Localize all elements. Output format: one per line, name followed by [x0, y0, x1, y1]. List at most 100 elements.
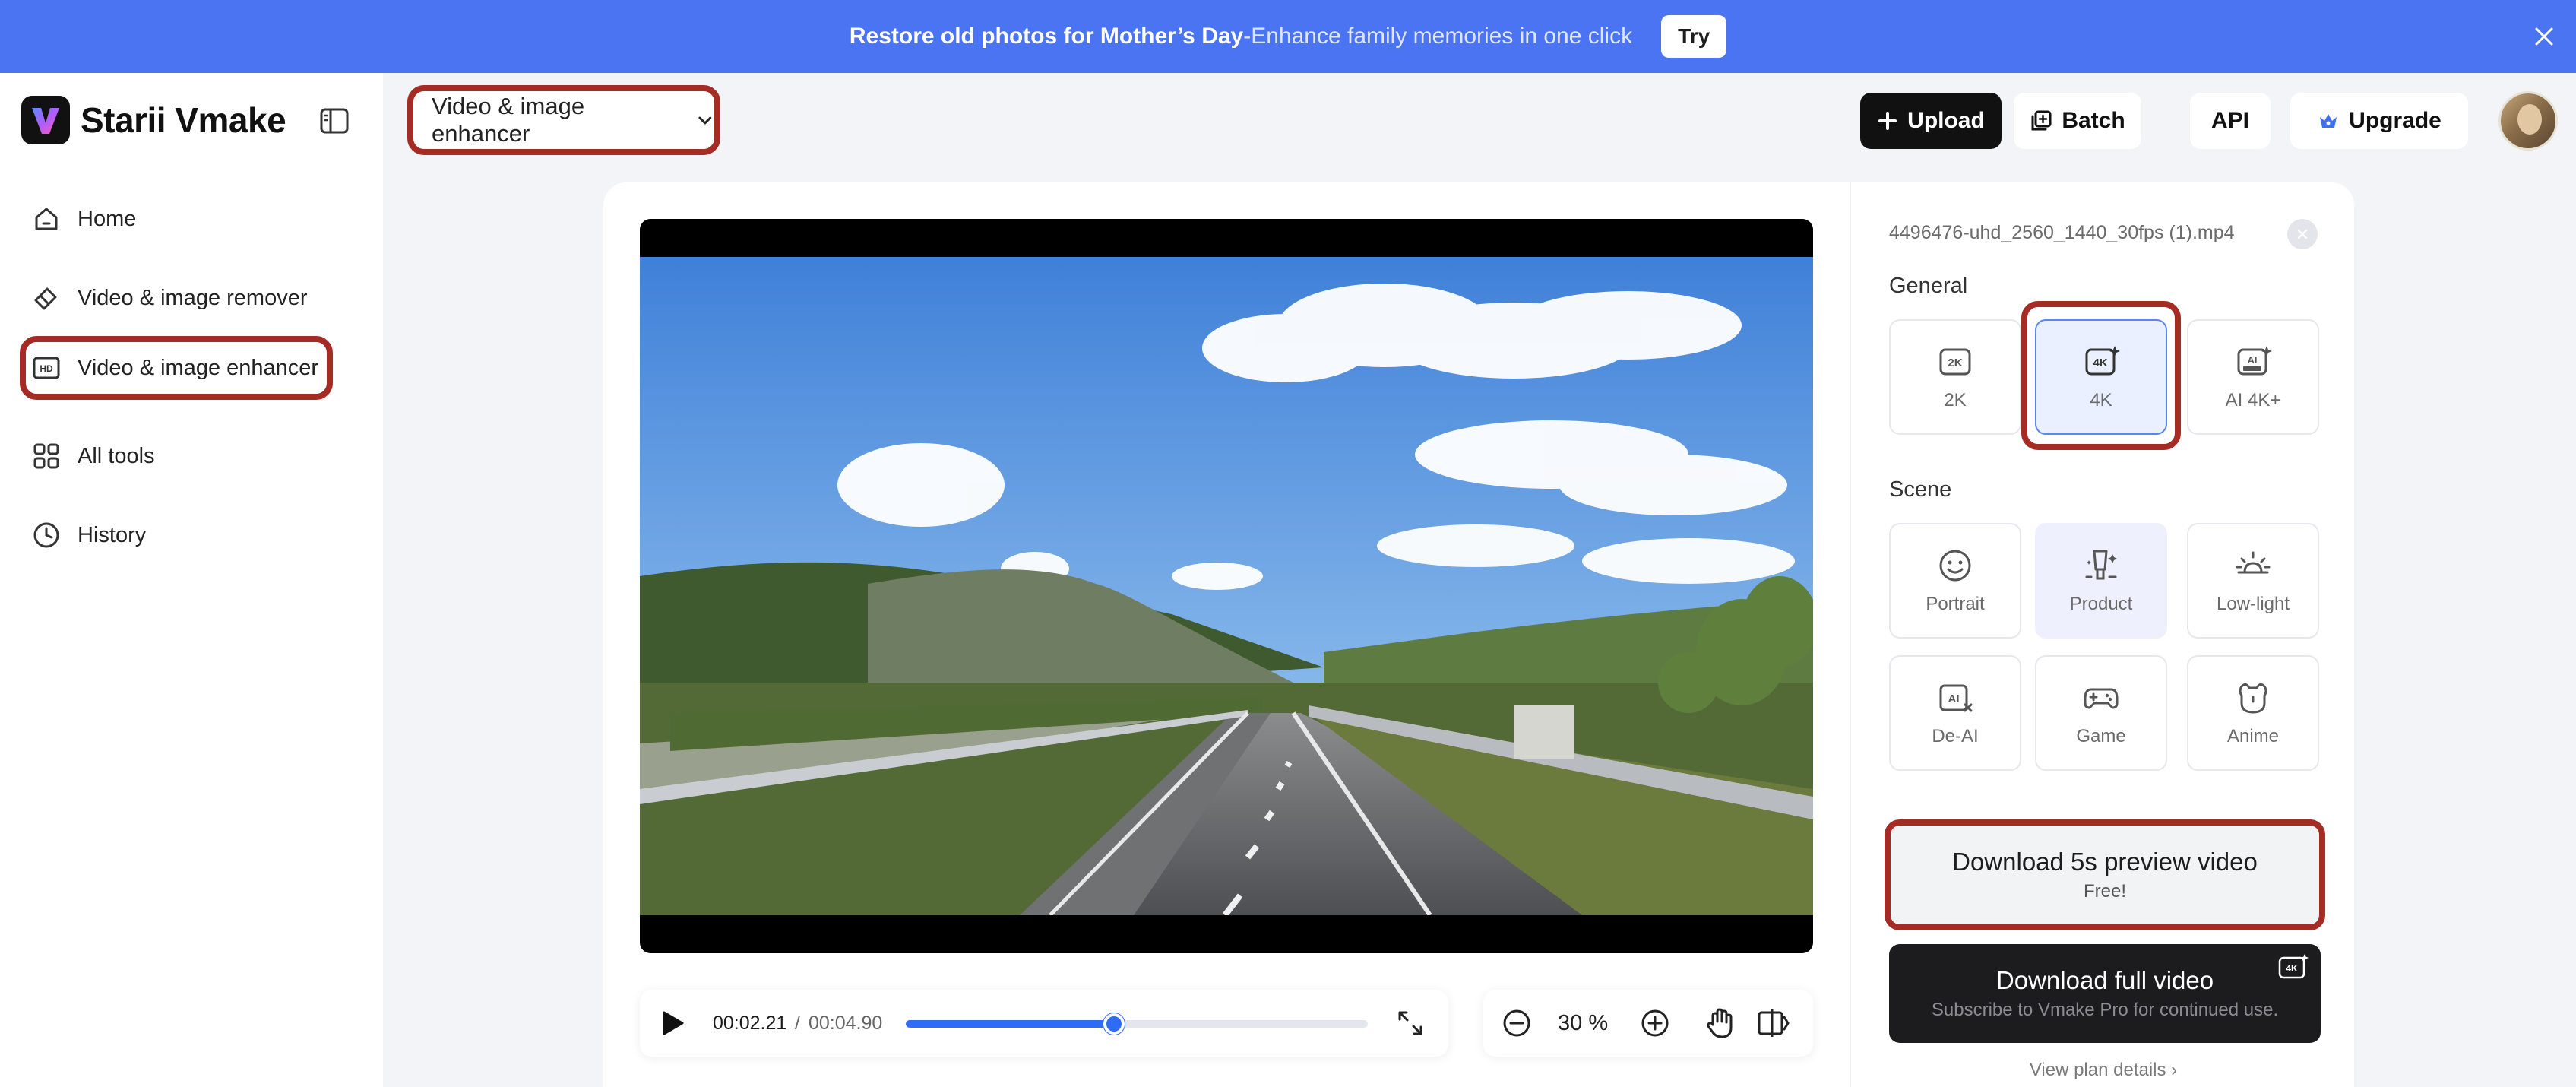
- sidebar-item-history[interactable]: History: [20, 503, 333, 567]
- current-time: 00:02.21: [713, 1013, 787, 1034]
- product-icon: [2085, 550, 2117, 580]
- hand-pan-icon[interactable]: [1704, 1006, 1737, 1040]
- total-time: 00:04.90: [809, 1013, 883, 1034]
- svg-text:4K: 4K: [2093, 357, 2107, 369]
- api-button[interactable]: API: [2190, 93, 2271, 149]
- promo-banner: Restore old photos for Mother’s Day -Enh…: [0, 0, 2576, 73]
- upgrade-button[interactable]: Upgrade: [2290, 93, 2468, 149]
- svg-text:4K: 4K: [2286, 963, 2298, 974]
- sidebar: Starii Vmake Home Video & image remover …: [0, 73, 383, 1087]
- smiley-icon: [1939, 550, 1971, 582]
- sunrise-icon: [2236, 551, 2271, 574]
- download-full-button[interactable]: Download full video Subscribe to Vmake P…: [1889, 944, 2321, 1043]
- scene-product[interactable]: Product: [2035, 523, 2167, 639]
- batch-label: Batch: [2062, 108, 2125, 133]
- anime-icon: [2239, 683, 2267, 714]
- progress-slider[interactable]: [906, 1013, 1368, 1035]
- banner-subline: -Enhance family memories in one click: [1243, 24, 1633, 49]
- video-preview[interactable]: [640, 219, 1813, 953]
- download-preview-button[interactable]: Download 5s preview video Free!: [1885, 819, 2325, 930]
- svg-text:AI: AI: [2248, 354, 2258, 366]
- close-icon: [2297, 229, 2308, 239]
- option-2k[interactable]: 2K 2K: [1889, 319, 2021, 435]
- brand-name: Starii Vmake: [81, 100, 286, 140]
- brand-logo[interactable]: Starii Vmake: [21, 96, 286, 144]
- view-plan-link[interactable]: View plan details ›: [1851, 1060, 2356, 1081]
- 4k-icon: 4K: [2085, 346, 2120, 376]
- sidebar-toggle-icon[interactable]: [319, 107, 350, 135]
- hd-icon: HD: [33, 357, 60, 379]
- scene-low-light[interactable]: Low-light: [2187, 523, 2319, 639]
- batch-button[interactable]: Batch: [2014, 93, 2141, 149]
- option-label: 2K: [1944, 390, 1967, 410]
- banner-close-icon[interactable]: [2532, 24, 2556, 49]
- general-section-label: General: [1889, 274, 1968, 298]
- option-4k[interactable]: 4K 4K: [2035, 319, 2167, 435]
- file-name: 4496476-uhd_2560_1440_30fps (1).mp4: [1889, 222, 2235, 243]
- scene-de-ai[interactable]: AI De-AI: [1889, 655, 2021, 771]
- chevron-down-icon: [698, 116, 712, 125]
- sidebar-item-label: Home: [78, 206, 137, 231]
- enhance-settings-panel: 4496476-uhd_2560_1440_30fps (1).mp4 Gene…: [1850, 182, 2354, 1087]
- download-full-sub: Subscribe to Vmake Pro for continued use…: [1931, 1000, 2279, 1020]
- progress-fill: [906, 1020, 1114, 1028]
- avatar[interactable]: [2498, 91, 2558, 151]
- svg-text:HD: HD: [40, 363, 53, 374]
- fullscreen-icon[interactable]: [1397, 1009, 1424, 1037]
- logo-icon: [21, 96, 70, 144]
- 2k-icon: 2K: [1939, 348, 1971, 376]
- video-frame-image: [640, 257, 1813, 915]
- download-full-title: Download full video: [1995, 966, 2214, 994]
- play-icon[interactable]: [660, 1009, 685, 1037]
- scene-game[interactable]: Game: [2035, 655, 2167, 771]
- option-label: Anime: [2226, 726, 2280, 746]
- option-label: Game: [2076, 726, 2126, 746]
- tool-selector-dropdown[interactable]: Video & image enhancer: [407, 85, 720, 155]
- sidebar-item-label: All tools: [78, 443, 155, 468]
- upload-label: Upload: [1907, 108, 1985, 133]
- download-preview-title: Download 5s preview video: [1952, 848, 2258, 876]
- scene-portrait[interactable]: Portrait: [1889, 523, 2021, 639]
- option-label: AI 4K+: [2225, 390, 2281, 410]
- gamepad-icon: [2084, 688, 2119, 709]
- scene-section-label: Scene: [1889, 477, 1952, 502]
- batch-icon: [2031, 110, 2052, 131]
- upgrade-label: Upgrade: [2349, 108, 2442, 133]
- playback-controls: 00:02.21 / 00:04.90: [640, 990, 1448, 1057]
- eraser-icon: [34, 287, 57, 310]
- sidebar-item-all-tools[interactable]: All tools: [20, 424, 333, 488]
- remove-file-button[interactable]: [2287, 219, 2318, 249]
- svg-text:2K: 2K: [1948, 357, 1962, 369]
- grid-icon: [33, 443, 59, 469]
- de-ai-icon: AI: [1939, 684, 1973, 712]
- sidebar-item-label: Video & image enhancer: [78, 355, 319, 380]
- scene-anime[interactable]: Anime: [2187, 655, 2319, 771]
- sidebar-item-remover[interactable]: Video & image remover: [20, 266, 333, 330]
- banner-try-button[interactable]: Try: [1661, 15, 1727, 58]
- compare-icon[interactable]: [1757, 1008, 1790, 1038]
- option-ai-4k-plus[interactable]: AI AI 4K+: [2187, 319, 2319, 435]
- sidebar-item-enhancer[interactable]: HD Video & image enhancer: [20, 336, 333, 400]
- option-label: Low-light: [2216, 594, 2290, 614]
- sidebar-item-home[interactable]: Home: [20, 187, 333, 251]
- crown-icon: [2320, 114, 2337, 128]
- 4k-badge-icon: 4K: [2278, 954, 2309, 979]
- zoom-in-icon[interactable]: [1640, 1008, 1670, 1038]
- svg-text:AI: AI: [1948, 692, 1960, 705]
- plus-icon: [1878, 112, 1897, 130]
- option-label: Product: [2069, 594, 2133, 614]
- zoom-level: 30 %: [1558, 1011, 1609, 1035]
- zoom-out-icon[interactable]: [1502, 1008, 1532, 1038]
- upload-button[interactable]: Upload: [1860, 93, 2002, 149]
- sidebar-item-label: History: [78, 522, 147, 547]
- tool-selector-value: Video & image enhancer: [432, 93, 585, 147]
- progress-handle[interactable]: [1103, 1013, 1125, 1035]
- banner-headline: Restore old photos for Mother’s Day: [849, 24, 1244, 49]
- option-label: De-AI: [1932, 726, 1979, 746]
- home-icon: [35, 208, 58, 230]
- ai-4k-plus-icon: AI: [2237, 346, 2272, 376]
- option-label: 4K: [2090, 390, 2112, 410]
- api-label: API: [2210, 108, 2249, 133]
- download-preview-sub: Free!: [2083, 881, 2126, 902]
- option-label: Portrait: [1926, 594, 1985, 614]
